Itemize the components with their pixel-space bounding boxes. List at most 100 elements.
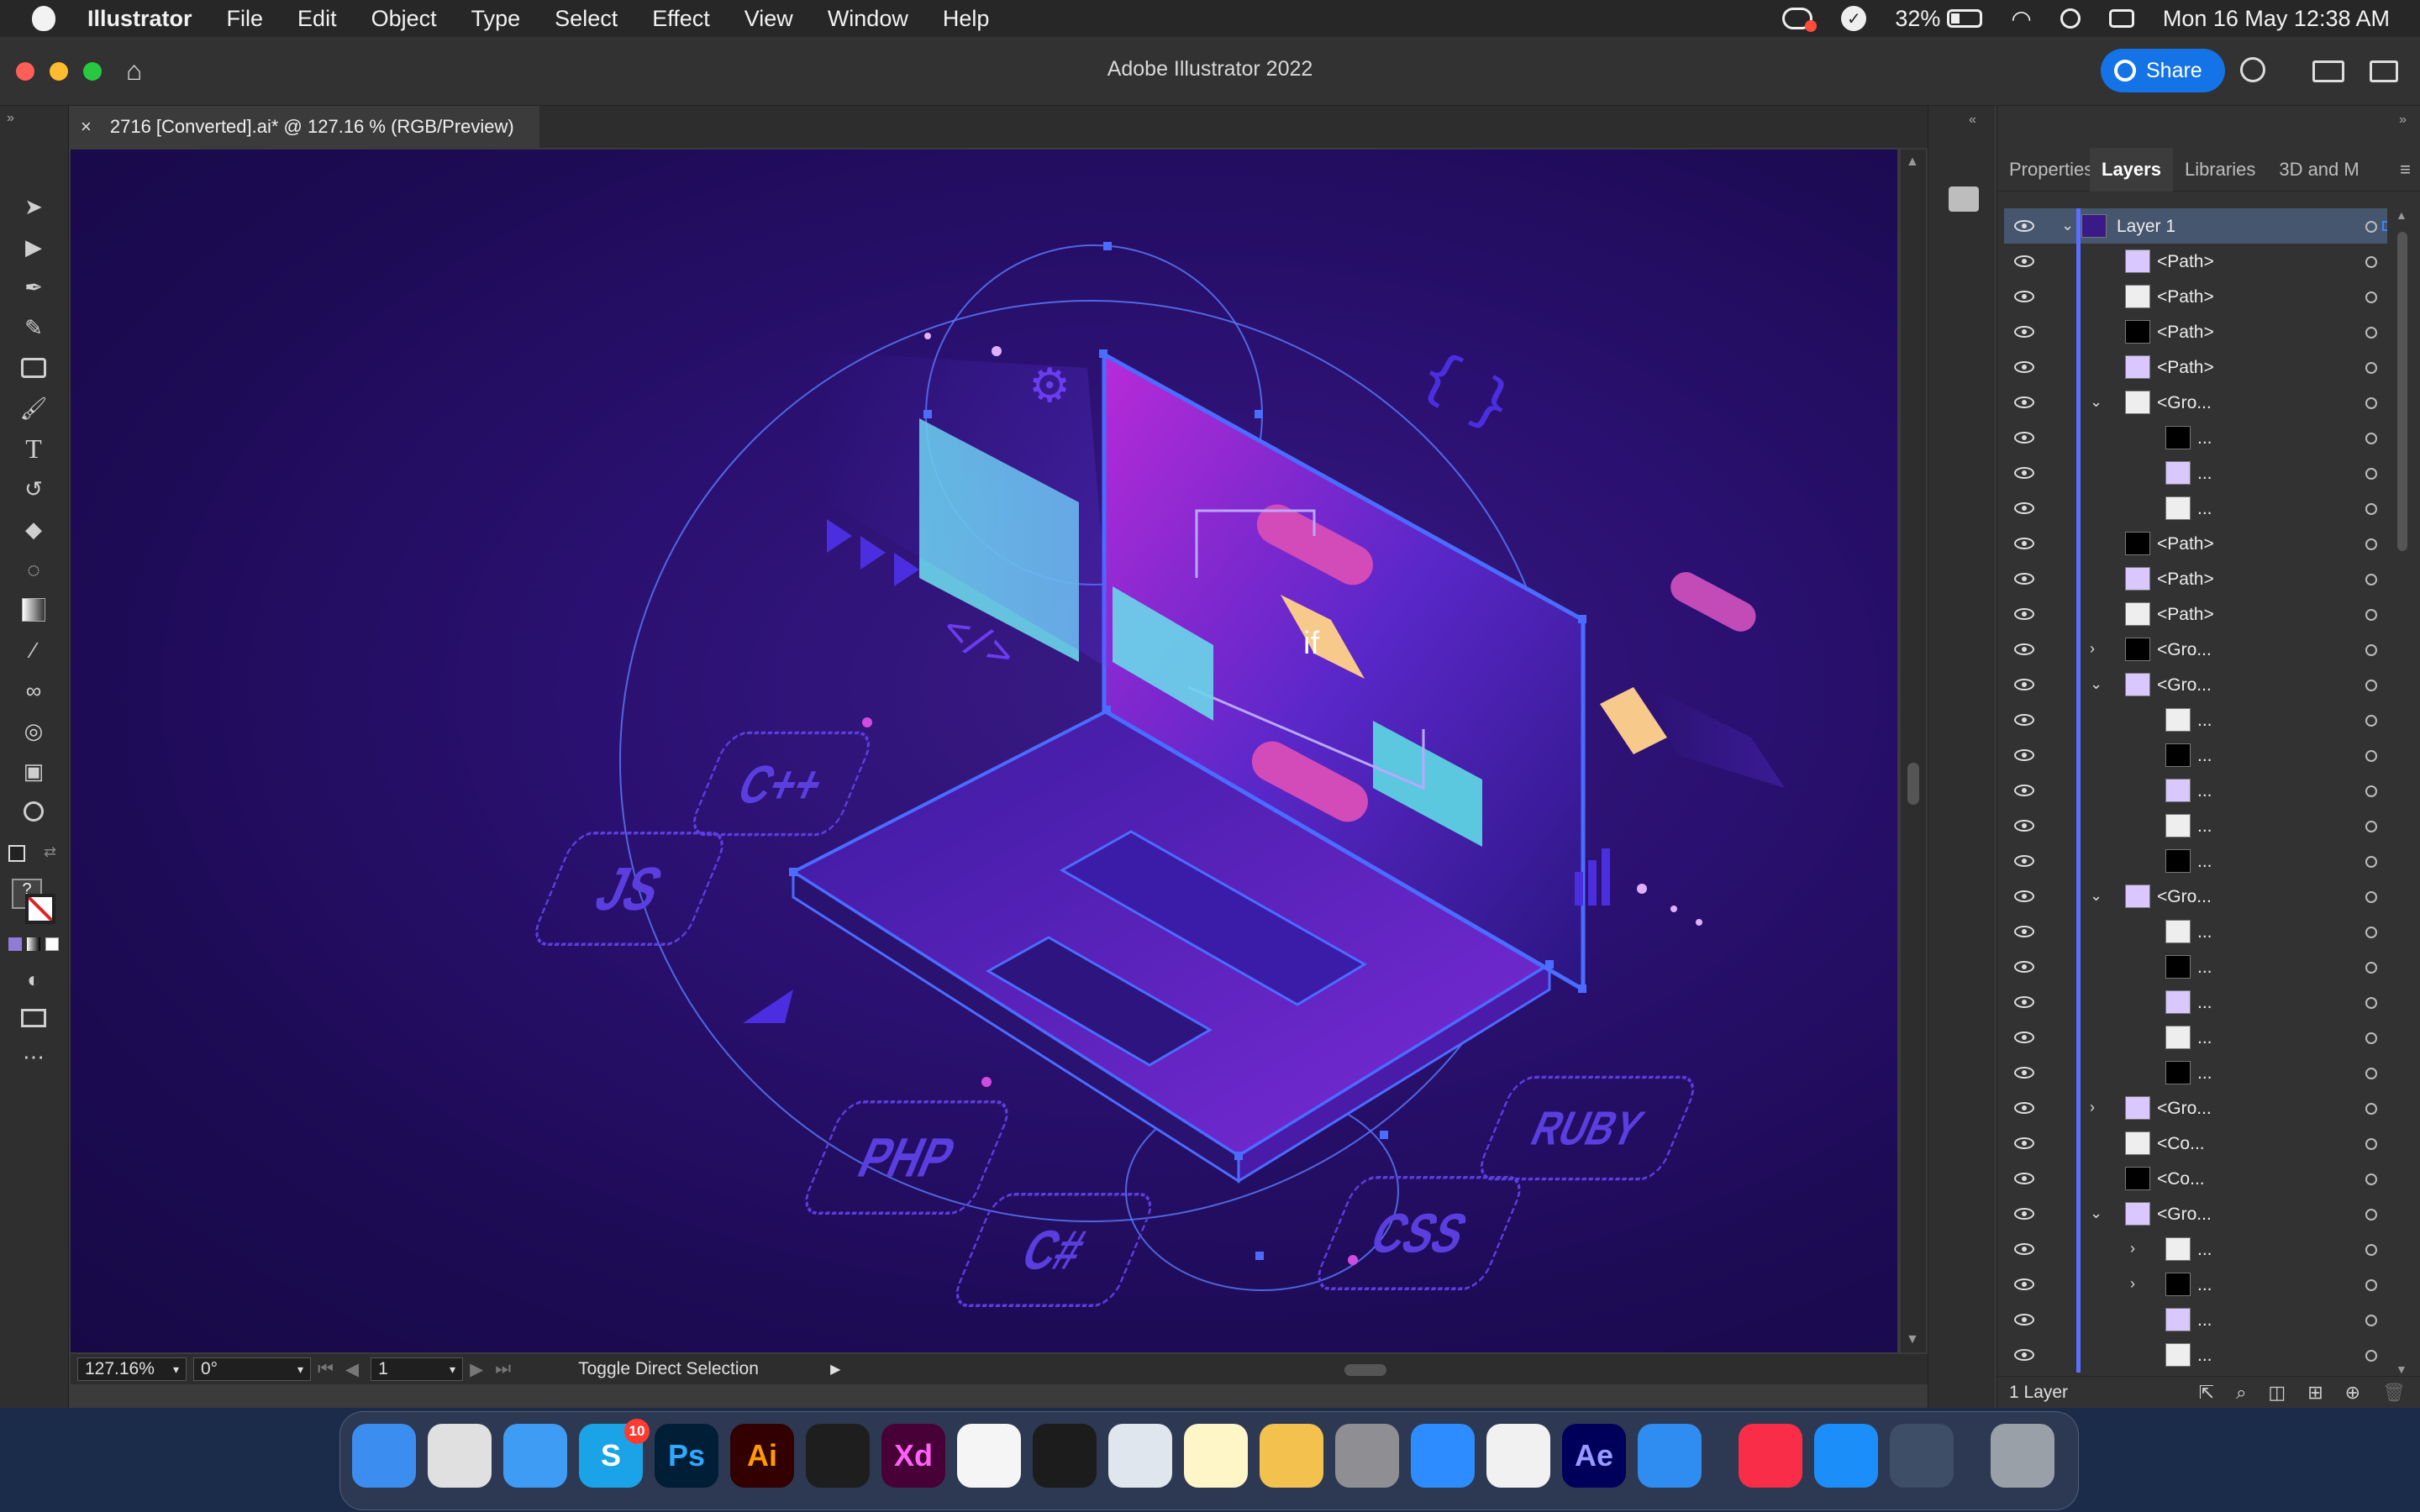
visibility-eye-icon[interactable]	[2014, 538, 2034, 549]
next-artboard-icon[interactable]: ▶	[470, 1359, 483, 1380]
shape-builder-tool-icon[interactable]: ◎	[17, 714, 50, 748]
layer-row[interactable]: <Co...	[2004, 1126, 2387, 1161]
dock-pen-app-icon[interactable]	[1638, 1424, 1702, 1488]
layer-row[interactable]: ⌄ <Gro...	[2004, 1196, 2387, 1231]
direct-selection-tool-icon[interactable]: ▶	[17, 230, 50, 264]
target-circle-icon[interactable]	[2365, 644, 2377, 656]
delete-layer-icon[interactable]: 🗑	[2382, 1382, 2406, 1404]
expand-panels-icon[interactable]: «	[1969, 113, 1976, 128]
arrange-documents-icon[interactable]	[2312, 60, 2344, 82]
visibility-eye-icon[interactable]	[2014, 1349, 2034, 1361]
layer-name[interactable]: ...	[2197, 922, 2212, 942]
layer-row[interactable]: <Path>	[2004, 561, 2387, 596]
layer-name[interactable]: ...	[2197, 746, 2212, 766]
horizontal-scroll-thumb[interactable]	[1344, 1364, 1387, 1376]
target-circle-icon[interactable]	[2365, 856, 2377, 868]
eyedropper-tool-icon[interactable]: ⁄	[17, 633, 50, 667]
visibility-eye-icon[interactable]	[2014, 1314, 2034, 1326]
close-tab-icon[interactable]: ×	[81, 116, 92, 138]
target-circle-icon[interactable]	[2365, 1173, 2377, 1185]
visibility-eye-icon[interactable]	[2014, 820, 2034, 832]
menu-window[interactable]: Window	[828, 6, 908, 32]
layers-scrollbar[interactable]: ▲ ▼	[2389, 208, 2414, 1376]
layer-row[interactable]: ...	[2004, 420, 2387, 455]
target-circle-icon[interactable]	[2365, 256, 2377, 268]
visibility-eye-icon[interactable]	[2014, 749, 2034, 761]
visibility-eye-icon[interactable]	[2014, 1032, 2034, 1043]
canvas-vertical-scrollbar[interactable]: ▲ ▼	[1901, 150, 1926, 1352]
layer-row[interactable]: ...	[2004, 702, 2387, 738]
visibility-eye-icon[interactable]	[2014, 432, 2034, 444]
target-circle-icon[interactable]	[2365, 221, 2377, 233]
target-circle-icon[interactable]	[2365, 1279, 2377, 1291]
document-tab[interactable]: × 2716 [Converted].ai* @ 127.16 % (RGB/P…	[69, 106, 539, 148]
last-artboard-icon[interactable]: ⏭	[495, 1359, 511, 1379]
visibility-eye-icon[interactable]	[2014, 573, 2034, 585]
visibility-eye-icon[interactable]	[2014, 714, 2034, 726]
target-circle-icon[interactable]	[2365, 538, 2377, 550]
layer-name[interactable]: <Path>	[2157, 605, 2214, 625]
layer-name[interactable]: <Path>	[2157, 358, 2214, 378]
dock-launchpad-icon[interactable]	[428, 1424, 492, 1488]
rotation-field[interactable]: 0° ▾	[193, 1357, 311, 1381]
target-circle-icon[interactable]	[2365, 821, 2377, 832]
target-circle-icon[interactable]	[2365, 997, 2377, 1009]
creative-cloud-icon[interactable]	[1782, 8, 1818, 32]
comments-icon[interactable]	[1949, 186, 1979, 212]
pen-tool-icon[interactable]: ✒	[17, 270, 50, 304]
target-circle-icon[interactable]	[2365, 291, 2377, 303]
rotate-tool-icon[interactable]: ↺	[17, 472, 50, 506]
menu-view[interactable]: View	[744, 6, 793, 32]
layer-row[interactable]: › <Gro...	[2004, 632, 2387, 667]
tab-3d-and-materials[interactable]: 3D and Materials	[2267, 159, 2360, 181]
visibility-eye-icon[interactable]	[2014, 608, 2034, 620]
menu-edit[interactable]: Edit	[297, 6, 337, 32]
new-sublayer-icon[interactable]: ⊞	[2307, 1382, 2323, 1404]
visibility-eye-icon[interactable]	[2014, 1278, 2034, 1290]
share-button[interactable]: Share	[2101, 49, 2225, 92]
horizontal-scrollbar[interactable]	[857, 1361, 1911, 1378]
target-circle-icon[interactable]	[2365, 1244, 2377, 1256]
dock-trash-icon[interactable]	[1991, 1424, 2054, 1488]
screen-mode-icon[interactable]	[17, 1001, 50, 1035]
layer-row[interactable]: › <Gro...	[2004, 1090, 2387, 1126]
target-circle-icon[interactable]	[2365, 1350, 2377, 1362]
layer-row[interactable]: <Path>	[2004, 526, 2387, 561]
layer-name[interactable]: ...	[2197, 1275, 2212, 1295]
dock-zoom-icon[interactable]	[1411, 1424, 1475, 1488]
layer-name[interactable]: <Gro...	[2157, 675, 2212, 696]
collapse-chevron-icon[interactable]: ⌄	[2090, 675, 2102, 693]
layer-name[interactable]: ...	[2197, 1346, 2212, 1366]
layer-name[interactable]: <Path>	[2157, 534, 2214, 554]
collapse-toolbar-icon[interactable]: »	[7, 111, 14, 126]
target-circle-icon[interactable]	[2365, 1068, 2377, 1079]
zoom-tool-icon[interactable]	[17, 795, 50, 828]
target-circle-icon[interactable]	[2365, 962, 2377, 974]
layer-name[interactable]: <Path>	[2157, 287, 2214, 307]
layer-row[interactable]: ...	[2004, 738, 2387, 773]
target-circle-icon[interactable]	[2365, 750, 2377, 762]
layer-name[interactable]: ...	[2197, 993, 2212, 1013]
lasso-tool-icon[interactable]: ◌	[17, 553, 50, 586]
visibility-eye-icon[interactable]	[2014, 855, 2034, 867]
layer-row[interactable]: ...	[2004, 914, 2387, 949]
menu-type[interactable]: Type	[471, 6, 521, 32]
panel-toggle-icon[interactable]	[2370, 60, 2398, 82]
visibility-eye-icon[interactable]	[2014, 1243, 2034, 1255]
layer-row[interactable]: ...	[2004, 843, 2387, 879]
target-circle-icon[interactable]	[2365, 433, 2377, 444]
target-circle-icon[interactable]	[2365, 927, 2377, 938]
visibility-eye-icon[interactable]	[2014, 361, 2034, 373]
visibility-eye-icon[interactable]	[2014, 961, 2034, 973]
visibility-eye-icon[interactable]	[2014, 1137, 2034, 1149]
expand-chevron-icon[interactable]: ›	[2090, 1099, 2095, 1116]
layer-name[interactable]: <Path>	[2157, 323, 2214, 343]
dock-vscode-icon[interactable]	[957, 1424, 1021, 1488]
layer-name[interactable]: ...	[2197, 816, 2212, 837]
layer-row[interactable]: <Path>	[2004, 596, 2387, 632]
layer-row[interactable]: ...	[2004, 491, 2387, 526]
scroll-thumb[interactable]	[1907, 763, 1919, 805]
collapse-chevron-icon[interactable]: ⌄	[2090, 1205, 2102, 1222]
visibility-eye-icon[interactable]	[2014, 467, 2034, 479]
layer-name[interactable]: <Gro...	[2157, 1205, 2212, 1225]
